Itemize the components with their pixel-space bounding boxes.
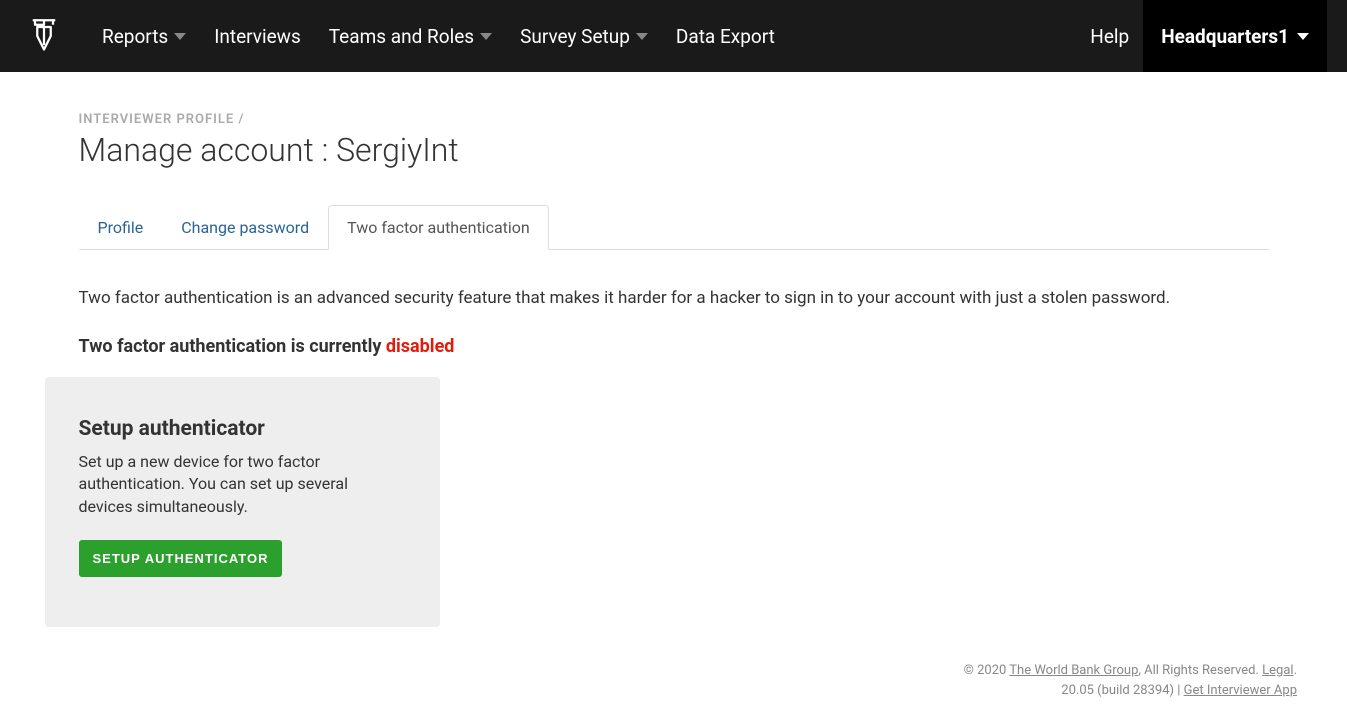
setup-authenticator-button[interactable]: SETUP AUTHENTICATOR — [79, 540, 283, 577]
app-logo-icon[interactable] — [30, 18, 58, 54]
tfa-status-prefix: Two factor authentication is currently — [79, 336, 386, 357]
nav-label: Teams and Roles — [329, 25, 474, 48]
page-title-name: SergiyInt — [336, 131, 459, 169]
nav-item-survey-setup[interactable]: Survey Setup — [506, 15, 662, 58]
chevron-down-icon — [174, 33, 186, 40]
tfa-description: Two factor authentication is an advanced… — [79, 288, 1269, 308]
footer-version: 20.05 (build 28394) | — [1061, 683, 1183, 698]
setup-card-title: Setup authenticator — [79, 417, 406, 441]
chevron-down-icon — [636, 33, 648, 40]
nav-item-data-export[interactable]: Data Export — [662, 15, 789, 58]
nav-right: Help Headquarters1 — [1076, 0, 1327, 72]
footer: © 2020 The World Bank Group, All Rights … — [964, 661, 1297, 700]
nav-help-link[interactable]: Help — [1076, 25, 1143, 48]
top-navbar: Reports Interviews Teams and Roles Surve… — [0, 0, 1347, 72]
tfa-status-badge: disabled — [386, 336, 455, 357]
nav-user-menu[interactable]: Headquarters1 — [1143, 0, 1327, 72]
breadcrumb[interactable]: INTERVIEWER PROFILE / — [79, 112, 1269, 127]
footer-copyright: © 2020 — [964, 663, 1010, 678]
footer-rights: , All Rights Reserved. — [1138, 663, 1262, 678]
footer-legal-link[interactable]: Legal — [1262, 663, 1293, 678]
chevron-down-icon — [480, 33, 492, 40]
main-container: INTERVIEWER PROFILE / Manage account : S… — [59, 72, 1289, 627]
nav-label: Reports — [102, 25, 168, 48]
footer-period: . — [1294, 663, 1297, 678]
setup-authenticator-card: Setup authenticator Set up a new device … — [45, 377, 440, 627]
page-title-prefix: Manage account : — [79, 131, 337, 169]
nav-item-reports[interactable]: Reports — [88, 15, 200, 58]
setup-card-text: Set up a new device for two factor authe… — [79, 451, 406, 518]
nav-item-teams-roles[interactable]: Teams and Roles — [315, 15, 506, 58]
nav-user-label: Headquarters1 — [1161, 25, 1289, 48]
tab-content: Two factor authentication is an advanced… — [79, 250, 1269, 627]
tab-change-password[interactable]: Change password — [162, 205, 328, 250]
nav-items: Reports Interviews Teams and Roles Surve… — [88, 15, 1076, 58]
chevron-down-icon — [1297, 33, 1309, 40]
footer-app-link[interactable]: Get Interviewer App — [1184, 683, 1297, 698]
tab-profile[interactable]: Profile — [79, 205, 163, 250]
tabs: Profile Change password Two factor authe… — [79, 205, 1269, 250]
footer-org-link[interactable]: The World Bank Group — [1009, 663, 1138, 678]
nav-item-interviews[interactable]: Interviews — [200, 15, 315, 58]
nav-label: Data Export — [676, 25, 775, 48]
page-title: Manage account : SergiyInt — [79, 131, 1269, 169]
tab-two-factor[interactable]: Two factor authentication — [328, 205, 549, 250]
nav-label: Survey Setup — [520, 25, 630, 48]
nav-label: Interviews — [214, 25, 301, 48]
tfa-status: Two factor authentication is currently d… — [79, 336, 1269, 357]
